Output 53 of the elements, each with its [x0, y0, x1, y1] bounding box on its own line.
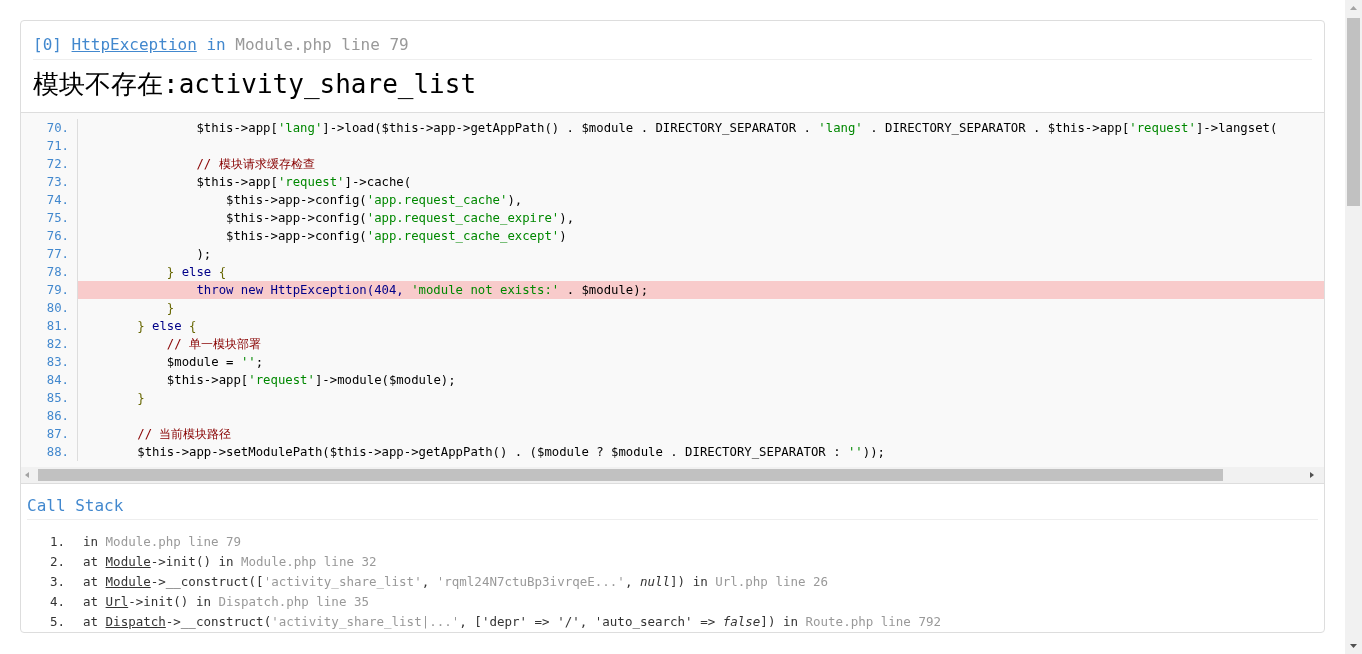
stack-frame: at Module->__construct(['activity_share_list', 'rqml24N7ctuBp3ivrqeE...', null]) in Url.php line 26 — [83, 572, 829, 592]
line-number: 81. — [21, 317, 78, 335]
frame-number: 4. — [48, 593, 66, 611]
code-line: // 模块请求缓存检查 — [195, 156, 316, 173]
frame-number: 2. — [48, 553, 66, 571]
line-number: 78. — [21, 263, 78, 281]
call-stack-title: Call Stack — [27, 496, 1318, 520]
frame-number: 1. — [48, 533, 66, 551]
stack-frame: at Module->init() in Module.php line 32 — [83, 552, 377, 572]
line-number: 74. — [21, 191, 78, 209]
code-line: // 单一模块部署 — [165, 336, 263, 353]
stack-frame: at Dispatch->__construct('activity_share_list|...', ['depr' => '/', 'auto_search' => false]) in Route.php line 792 — [83, 612, 941, 632]
code-line: } — [136, 390, 146, 407]
code-line: } else { — [165, 264, 228, 281]
line-number: 84. — [21, 371, 78, 389]
code-line: $this->app->config('app.request_cache_except') — [225, 228, 568, 245]
line-number: 85. — [21, 389, 78, 407]
line-number: 82. — [21, 335, 78, 353]
frame-number: 3. — [48, 573, 66, 591]
exception-heading: [0] HttpException in Module.php line 79 — [33, 35, 1312, 60]
line-number: 76. — [21, 227, 78, 245]
class-name: Module — [105, 574, 151, 589]
frame-number: 5. — [48, 613, 66, 631]
code-line: $this->app['lang']->load($this->app->getAppPath() . $module . DIRECTORY_SEPARATOR . 'lang' . DIRECTORY_SEPARATOR . $this->app['request']->langset( — [195, 120, 1279, 137]
code-line: $this->app['request']->cache( — [195, 174, 413, 191]
line-number: 73. — [21, 173, 78, 191]
code-line: ); — [195, 246, 213, 263]
code-line: } else { — [136, 318, 198, 335]
line-number: 87. — [21, 425, 78, 443]
line-number: 80. — [21, 299, 78, 317]
line-number: 72. — [21, 155, 78, 173]
line-number: 77. — [21, 245, 78, 263]
code-line: } — [165, 300, 176, 317]
vertical-scrollbar[interactable] — [1345, 0, 1362, 654]
line-number: 70. — [21, 119, 78, 137]
stack-frame: in Module.php line 79 — [83, 532, 242, 552]
code-line: $this->app->config('app.request_cache_expire'), — [225, 210, 576, 227]
error-message: 模块不存在:activity_share_list — [33, 68, 478, 101]
line-number: 88. — [21, 443, 78, 461]
class-name: Module — [105, 554, 151, 569]
line-number: 83. — [21, 353, 78, 371]
line-number: 75. — [21, 209, 78, 227]
exception-link[interactable]: HttpException — [71, 35, 197, 54]
code-line: $this->app->config('app.request_cache'), — [225, 192, 524, 209]
line-number: 71. — [21, 137, 78, 155]
code-line: // 当前模块路径 — [136, 426, 233, 443]
code-line: $module = ''; — [165, 354, 265, 371]
class-name: Dispatch — [105, 614, 166, 629]
class-name: Url — [105, 594, 129, 609]
code-line: $this->app['request']->module($module); — [165, 372, 457, 389]
code-line: $this->app->setModulePath($this->app->getAppPath() . ($module ? $module . DIRECTORY_SEPARATOR : '')); — [136, 444, 886, 461]
stack-frame: at Url->init() in Dispatch.php line 35 — [83, 592, 369, 612]
line-number: 86. — [21, 407, 78, 425]
